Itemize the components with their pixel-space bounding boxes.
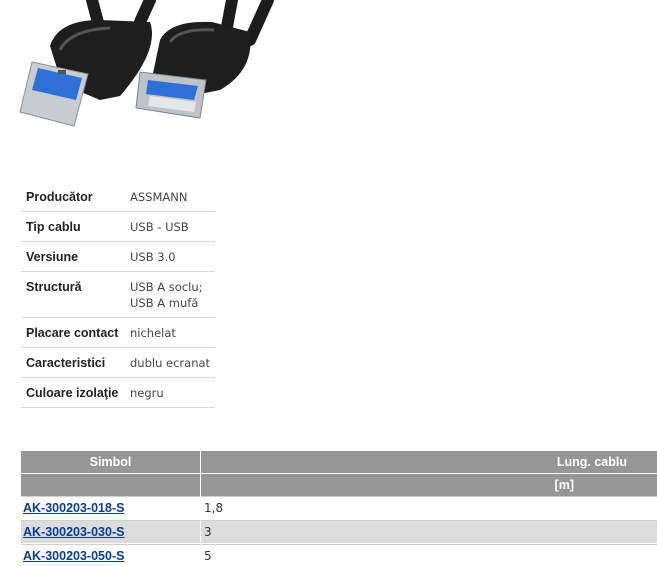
spec-label: Tip cablu: [21, 211, 128, 242]
cable-length: 5: [201, 544, 657, 566]
table-row: AK-300203-030-S 3: [21, 520, 657, 544]
cable-length: 3: [201, 520, 657, 544]
product-link[interactable]: AK-300203-018-S: [23, 501, 124, 515]
product-link[interactable]: AK-300203-050-S: [23, 549, 124, 563]
spec-value: dublu ecranat: [128, 347, 215, 378]
table-row: AK-300203-018-S 1,8: [21, 496, 657, 520]
cable-length: 1,8: [201, 496, 657, 520]
spec-value: USB 3.0: [128, 241, 215, 272]
spec-row-features: Caracteristici dublu ecranat: [21, 347, 215, 378]
spec-value: USB A soclu; USB A mufă: [128, 271, 215, 318]
spec-value: USB - USB: [128, 211, 215, 242]
product-image: [19, 0, 274, 127]
spec-label: Culoare izolaţie: [21, 377, 128, 408]
spec-label: Versiune: [21, 241, 128, 272]
specifications-table: Producător ASSMANN Tip cablu USB - USB V…: [21, 182, 215, 408]
products-unit-row: [m]: [21, 473, 657, 496]
spec-row-contact-plating: Placare contact nichelat: [21, 317, 215, 348]
spec-label: Placare contact: [21, 317, 128, 348]
spec-label: Structură: [21, 271, 128, 318]
table-row: AK-300203-050-S 5: [21, 544, 657, 566]
product-link[interactable]: AK-300203-030-S: [23, 525, 124, 539]
spec-value: ASSMANN: [128, 182, 215, 212]
products-table: Simbol Lung. cablu [m] AK-300203-018-S 1…: [21, 451, 657, 566]
column-header-symbol: Simbol: [21, 451, 201, 473]
spec-value: nichelat: [128, 317, 215, 348]
column-header-length: Lung. cablu: [201, 451, 657, 473]
spec-value: negru: [128, 377, 215, 408]
spec-label: Producător: [21, 182, 128, 212]
spec-row-insulation-color: Culoare izolaţie negru: [21, 377, 215, 408]
column-header-symbol-unit: [21, 473, 201, 496]
spec-row-cable-type: Tip cablu USB - USB: [21, 211, 215, 242]
spec-label: Caracteristici: [21, 347, 128, 378]
spec-value-line: USB A mufă: [130, 296, 199, 310]
spec-value-line: USB A soclu;: [130, 280, 203, 294]
spec-row-structure: Structură USB A soclu; USB A mufă: [21, 271, 215, 318]
column-header-length-unit: [m]: [201, 473, 657, 496]
spec-row-version: Versiune USB 3.0: [21, 241, 215, 272]
products-header-row: Simbol Lung. cablu: [21, 451, 657, 473]
spec-row-manufacturer: Producător ASSMANN: [21, 182, 215, 212]
